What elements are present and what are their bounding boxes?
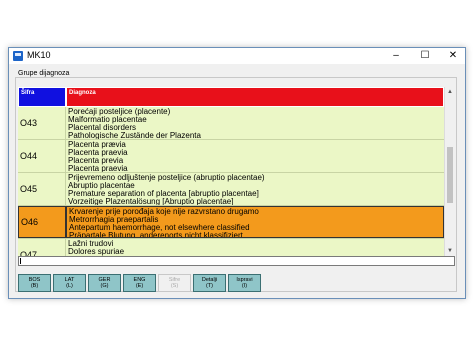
description-line: Lažni trudovi (68, 239, 114, 248)
row-code: O45 (18, 173, 66, 205)
title-bar[interactable]: MK10 – ☐ ✕ (9, 48, 465, 64)
button-shortcut: (E) (135, 283, 144, 289)
description-line: Placenta praevia (68, 148, 128, 157)
button-shortcut: (T) (205, 283, 214, 289)
table-row[interactable]: O44 Placenta prævia Placenta praevia Placen… (18, 140, 444, 173)
scroll-up-icon[interactable]: ▲ (445, 87, 455, 97)
row-description: Porećaji posteljice (placente) Malformati… (66, 107, 444, 140)
table-header: Šifra Diagnoza (18, 87, 444, 107)
lat-button[interactable]: LAT (L) (53, 274, 86, 292)
button-shortcut: (G) (100, 283, 109, 289)
table-row[interactable]: O43 Porećaji posteljice (placente) Malform… (18, 107, 444, 140)
diagnosis-table: O43 Porećaji posteljice (placente) Malform… (18, 107, 444, 256)
group-label: Grupe dijagnoza (17, 70, 71, 77)
bos-button[interactable]: BOS (B) (18, 274, 51, 292)
window-title: MK10 (27, 50, 51, 60)
button-shortcut: (B) (30, 283, 39, 289)
description-line: Vorzeitige Plazentalösung [Abruptio plac… (68, 197, 234, 206)
close-button[interactable]: ✕ (442, 48, 464, 64)
eng-button[interactable]: ENG (E) (123, 274, 156, 292)
text-cursor (20, 258, 21, 264)
description-line: Placenta praevia (68, 164, 128, 173)
row-code: O47 (18, 239, 66, 256)
ispravi-button[interactable]: Ispravi (I) (228, 274, 261, 292)
table-row[interactable]: O45 Prijevremeno odljuštenje posteljice (… (18, 173, 444, 206)
table-row[interactable]: O47Lažni trudoviDolores spuriaeFalse lab… (18, 239, 444, 256)
scroll-down-icon[interactable]: ▼ (445, 246, 455, 256)
maximize-button[interactable]: ☐ (414, 48, 436, 64)
row-description: Prijevremeno odljuštenje posteljice (abr… (66, 173, 444, 206)
app-icon (13, 51, 23, 61)
row-description: Krvarenje prije porođaja koje nije razvr… (66, 206, 444, 238)
row-code: O46 (18, 206, 66, 238)
description-line: Dolores spuriae (68, 247, 125, 256)
vertical-scrollbar[interactable]: ▲ ▼ (444, 87, 455, 256)
mk10-window: MK10 – ☐ ✕ Grupe dijagnoza Šifra Diagnoz… (8, 47, 466, 299)
button-shortcut: (L) (66, 283, 73, 289)
column-header-description[interactable]: Diagnoza (66, 87, 444, 107)
button-shortcut: (S) (170, 283, 179, 289)
sifre-button[interactable]: Sifre (S) (158, 274, 191, 292)
description-line: Pathologische Zustände der Plazenta (68, 131, 201, 140)
row-code: O44 (18, 140, 66, 172)
minimize-button[interactable]: – (385, 48, 407, 64)
ger-button[interactable]: GER (G) (88, 274, 121, 292)
row-description: Placenta prævia Placenta praevia Placenta … (66, 140, 444, 173)
row-code: O43 (18, 107, 66, 139)
button-bar: BOS (B) LAT (L) GER (G) ENG (E) Sifre (S) Detalji(… (18, 274, 261, 292)
search-input[interactable] (18, 256, 455, 266)
button-shortcut: (I) (241, 283, 248, 289)
detalji-button[interactable]: Detalji (T) (193, 274, 226, 292)
row-description: Lažni trudoviDolores spuriaeFalse labour… (66, 239, 444, 257)
description-line: Präpartale Blutung, anderenorts nicht kl… (69, 231, 243, 238)
column-header-code[interactable]: Šifra (18, 87, 66, 107)
table-row[interactable]: O46 Krvarenje prije porođaja koje nije ra… (18, 206, 444, 239)
scroll-thumb[interactable] (447, 147, 453, 203)
